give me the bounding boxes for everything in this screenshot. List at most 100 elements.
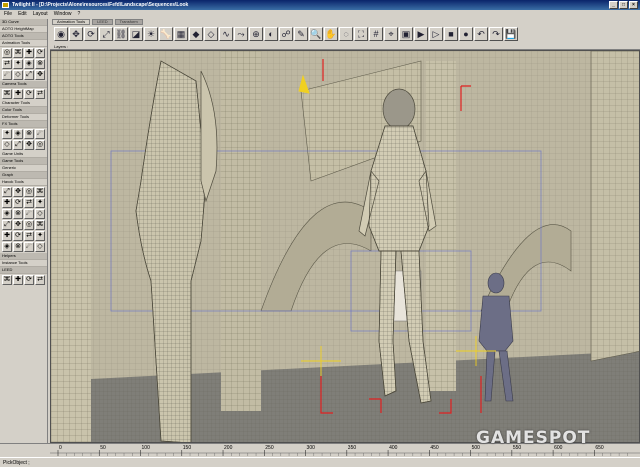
tool-icon[interactable]: ✦ (35, 231, 45, 241)
select-icon[interactable]: ◉ (54, 27, 68, 41)
zoom-icon[interactable]: 🔍 (309, 27, 323, 41)
section-header[interactable]: Generic (0, 165, 47, 172)
link-icon[interactable]: ⛓ (114, 27, 128, 41)
fit-icon[interactable]: ⛶ (354, 27, 368, 41)
tool-icon[interactable]: ⊗ (24, 129, 34, 139)
section-header[interactable]: Instance Tools (0, 260, 47, 267)
key-icon[interactable]: ◆ (189, 27, 203, 41)
tool-icon[interactable]: ⤢ (13, 140, 23, 150)
pan-icon[interactable]: ✋ (324, 27, 338, 41)
tool-icon[interactable]: ◈ (24, 59, 34, 69)
snap-icon[interactable]: ⌖ (384, 27, 398, 41)
tool-icon[interactable]: ⤢ (2, 187, 12, 197)
tool-icon[interactable]: ⌘ (2, 89, 12, 99)
section-header[interactable]: 3D Curve (0, 19, 47, 26)
light-icon[interactable]: ☀ (144, 27, 158, 41)
tool-icon[interactable]: ✦ (2, 129, 12, 139)
tool-icon[interactable]: ◈ (2, 209, 12, 219)
orbit-icon[interactable]: ◌ (339, 27, 353, 41)
mesh-icon[interactable]: ▦ (174, 27, 188, 41)
bone-icon[interactable]: 🦴 (159, 27, 173, 41)
section-header[interactable]: FX Tools (0, 121, 47, 128)
tool-icon[interactable]: ⇄ (35, 275, 45, 285)
section-header[interactable]: AOTO Tools (0, 33, 47, 40)
rotate-icon[interactable]: ⟳ (84, 27, 98, 41)
render-icon[interactable]: ▣ (399, 27, 413, 41)
save-icon[interactable]: 💾 (504, 27, 518, 41)
section-header[interactable]: Graph (0, 172, 47, 179)
menu-layout[interactable]: Layout (33, 10, 48, 19)
section-header[interactable]: Game Tools (0, 158, 47, 165)
morph-icon[interactable]: ◐ (264, 27, 278, 41)
tool-icon[interactable]: ⤢ (24, 70, 34, 80)
stop-icon[interactable]: ■ (444, 27, 458, 41)
section-header[interactable]: AOTO HeightMap (0, 26, 47, 33)
tool-icon[interactable]: ◇ (35, 209, 45, 219)
tool-icon[interactable]: ✥ (24, 140, 34, 150)
close-button[interactable]: × (629, 1, 638, 9)
scale-icon[interactable]: ⤢ (99, 27, 113, 41)
tool-icon[interactable]: ✥ (13, 187, 23, 197)
tool-icon[interactable]: ☄ (2, 70, 12, 80)
maximize-button[interactable]: □ (619, 1, 628, 9)
tool-icon[interactable]: ☄ (24, 242, 34, 252)
section-header[interactable]: Havok Tools (0, 179, 47, 186)
record-icon[interactable]: ● (459, 27, 473, 41)
camera-icon[interactable]: ◪ (129, 27, 143, 41)
tool-icon[interactable]: ✥ (13, 220, 23, 230)
redo-icon[interactable]: ↷ (489, 27, 503, 41)
move-icon[interactable]: ✥ (69, 27, 83, 41)
section-header[interactable]: LEED (0, 267, 47, 274)
tool-icon[interactable]: ☄ (35, 129, 45, 139)
tool-icon[interactable]: ◇ (13, 70, 23, 80)
minimize-button[interactable]: _ (609, 1, 618, 9)
section-header[interactable]: Deformer Tools (0, 114, 47, 121)
tool-icon[interactable]: ⌘ (13, 48, 23, 58)
tool-icon[interactable]: ◈ (13, 129, 23, 139)
tool-icon[interactable]: ⇄ (2, 59, 12, 69)
tool-icon[interactable]: ⟳ (24, 275, 34, 285)
menu-help[interactable]: ? (78, 10, 81, 19)
tool-icon[interactable]: ◈ (2, 242, 12, 252)
tool-icon[interactable]: ◇ (35, 242, 45, 252)
tool-icon[interactable]: ✚ (13, 275, 23, 285)
tool-icon[interactable]: ✦ (35, 198, 45, 208)
tool-icon[interactable]: ⟳ (35, 48, 45, 58)
tool-icon[interactable]: ⇄ (24, 231, 34, 241)
skin-icon[interactable]: ☍ (279, 27, 293, 41)
menu-window[interactable]: Window (54, 10, 72, 19)
tool-icon[interactable]: ⇄ (24, 198, 34, 208)
paint-icon[interactable]: ✎ (294, 27, 308, 41)
undo-icon[interactable]: ↶ (474, 27, 488, 41)
tool-icon[interactable]: ◇ (2, 140, 12, 150)
section-header[interactable]: Helpers (0, 253, 47, 260)
tool-icon[interactable]: ⊗ (13, 242, 23, 252)
keyframe-icon[interactable]: ◇ (204, 27, 218, 41)
section-header[interactable]: Animation Tools (0, 40, 47, 47)
tool-icon[interactable]: ⌘ (2, 275, 12, 285)
tool-icon[interactable]: ⌘ (35, 187, 45, 197)
ik-icon[interactable]: ⊕ (249, 27, 263, 41)
tool-icon[interactable]: ◎ (24, 220, 34, 230)
section-header[interactable]: Color Tools (0, 107, 47, 114)
play-icon[interactable]: ▷ (429, 27, 443, 41)
grid-icon[interactable]: # (369, 27, 383, 41)
tool-icon[interactable]: ⊗ (13, 209, 23, 219)
curve-icon[interactable]: ∿ (219, 27, 233, 41)
tool-icon[interactable]: ✦ (13, 59, 23, 69)
tool-icon[interactable]: ◎ (24, 187, 34, 197)
tool-icon[interactable]: ⤢ (2, 220, 12, 230)
menu-file[interactable]: File (4, 10, 12, 19)
tool-icon[interactable]: ✚ (2, 231, 12, 241)
tool-icon[interactable]: ✥ (35, 70, 45, 80)
section-header[interactable]: Game Units (0, 151, 47, 158)
tool-icon[interactable]: ✚ (24, 48, 34, 58)
section-header[interactable]: Camera Tools (0, 81, 47, 88)
tool-icon[interactable]: ⟳ (24, 89, 34, 99)
path-icon[interactable]: ⤳ (234, 27, 248, 41)
3d-viewport[interactable] (50, 50, 640, 443)
tool-icon[interactable]: ⇄ (35, 89, 45, 99)
tool-icon[interactable]: ◎ (35, 140, 45, 150)
tool-icon[interactable]: ⟳ (13, 231, 23, 241)
tool-icon[interactable]: ◎ (2, 48, 12, 58)
